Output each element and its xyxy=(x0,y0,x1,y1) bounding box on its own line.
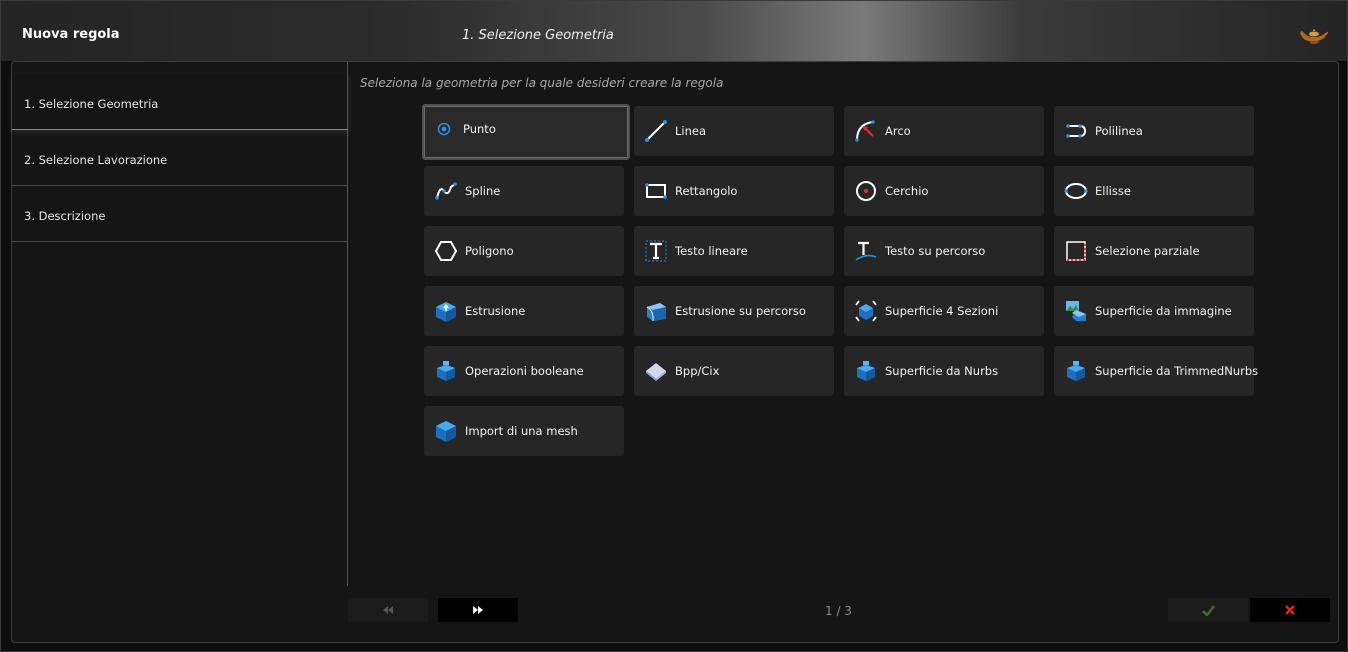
tile-testo-lineare[interactable]: Testo lineare xyxy=(634,226,834,276)
tile-label: Linea xyxy=(675,124,707,138)
steps-sidebar: 1. Selezione Geometria 2. Selezione Lavo… xyxy=(12,62,348,586)
step-label: 3. Descrizione xyxy=(24,209,106,223)
tile-label: Operazioni booleane xyxy=(465,364,584,378)
tile-testo-su-percorso[interactable]: Testo su percorso xyxy=(844,226,1044,276)
next-page-button[interactable] xyxy=(438,598,518,622)
step-label: 2. Selezione Lavorazione xyxy=(24,153,168,167)
tile-label: Superficie da Nurbs xyxy=(885,364,999,378)
title-bar: Nuova regola 1. Selezione Geometria xyxy=(1,1,1347,61)
ellipse-icon xyxy=(1064,183,1088,199)
dialog-window: Nuova regola 1. Selezione Geometria 1. S… xyxy=(0,0,1348,652)
tile-label: Testo su percorso xyxy=(885,244,986,258)
rewind-icon xyxy=(383,606,393,614)
image-surface-icon xyxy=(1066,301,1086,321)
mesh-import-icon xyxy=(436,421,456,442)
sidebar-step-description[interactable]: 3. Descrizione xyxy=(12,186,348,242)
partial-selection-icon xyxy=(1066,241,1086,261)
polyline-icon xyxy=(1066,124,1087,138)
tile-cerchio[interactable]: Cerchio xyxy=(844,166,1044,216)
tile-estrusione[interactable]: Estrusione xyxy=(424,286,624,336)
instruction-text: Seleziona la geometria per la quale desi… xyxy=(360,76,724,90)
tile-selezione-parziale[interactable]: Selezione parziale xyxy=(1054,226,1254,276)
tile-ellisse[interactable]: Ellisse xyxy=(1054,166,1254,216)
four-section-surface-icon xyxy=(855,300,877,322)
tile-label: Estrusione xyxy=(465,304,526,318)
path-extrusion-icon xyxy=(646,303,666,322)
arc-icon xyxy=(855,120,875,142)
spline-icon xyxy=(435,182,457,200)
polygon-icon xyxy=(434,241,458,261)
tile-label: Import di una mesh xyxy=(465,424,578,438)
tile-linea[interactable]: Linea xyxy=(634,106,834,156)
cancel-button[interactable] xyxy=(1250,598,1330,622)
tile-label: Superficie da TrimmedNurbs xyxy=(1095,364,1259,378)
tile-superficie-da-nurbs[interactable]: Superficie da Nurbs xyxy=(844,346,1044,396)
fast-forward-icon xyxy=(473,606,483,614)
tile-superficie-da-immagine[interactable]: Superficie da immagine xyxy=(1054,286,1254,336)
tile-label: Selezione parziale xyxy=(1095,244,1200,258)
extrusion-icon xyxy=(436,302,456,322)
previous-page-button[interactable] xyxy=(348,598,428,622)
dialog-title: Nuova regola xyxy=(22,27,120,42)
nurbs-surface-icon xyxy=(857,361,875,381)
tile-label: Arco xyxy=(885,124,911,138)
point-icon xyxy=(437,122,451,136)
tile-label: Polilinea xyxy=(1095,124,1143,138)
tile-label: Rettangolo xyxy=(675,184,738,198)
tile-spline[interactable]: Spline xyxy=(424,166,624,216)
tile-rettangolo[interactable]: Rettangolo xyxy=(634,166,834,216)
current-step-title: 1. Selezione Geometria xyxy=(462,28,614,43)
x-icon xyxy=(1285,605,1295,615)
bpp-cix-icon xyxy=(646,363,666,381)
boolean-operations-icon xyxy=(437,361,455,381)
tile-poligono[interactable]: Poligono xyxy=(424,226,624,276)
page-indicator: 1 / 3 xyxy=(825,604,852,618)
tile-punto[interactable]: Punto xyxy=(422,104,630,160)
tile-label: Testo lineare xyxy=(675,244,748,258)
sidebar-step-geometry[interactable]: 1. Selezione Geometria xyxy=(12,74,348,130)
line-icon xyxy=(645,120,667,142)
sidebar-step-machining[interactable]: 2. Selezione Lavorazione xyxy=(12,130,348,186)
tile-import-mesh[interactable]: Import di una mesh xyxy=(424,406,624,456)
checkmark-icon xyxy=(1201,604,1215,616)
tile-polilinea[interactable]: Polilinea xyxy=(1054,106,1254,156)
tile-operazioni-booleane[interactable]: Operazioni booleane xyxy=(424,346,624,396)
trimmed-nurbs-surface-icon xyxy=(1067,361,1085,381)
circle-icon xyxy=(856,181,876,201)
tile-label: Punto xyxy=(463,122,496,136)
tile-label: Poligono xyxy=(465,244,514,258)
tile-bpp-cix[interactable]: Bpp/Cix xyxy=(634,346,834,396)
tile-label: Estrusione su percorso xyxy=(675,304,806,318)
tile-estrusione-su-percorso[interactable]: Estrusione su percorso xyxy=(634,286,834,336)
linear-text-icon xyxy=(645,240,667,262)
tile-arco[interactable]: Arco xyxy=(844,106,1044,156)
magic-lamp-icon xyxy=(1300,29,1329,44)
tile-label: Bpp/Cix xyxy=(675,364,720,378)
tile-label: Superficie da immagine xyxy=(1095,304,1232,318)
tile-label: Ellisse xyxy=(1095,184,1131,198)
tile-label: Spline xyxy=(465,184,501,198)
rectangle-icon xyxy=(645,183,667,199)
tile-superficie-da-trimmednurbs[interactable]: Superficie da TrimmedNurbs xyxy=(1054,346,1258,396)
main-panel: 1. Selezione Geometria 2. Selezione Lavo… xyxy=(11,61,1339,643)
confirm-button[interactable] xyxy=(1168,598,1248,622)
path-text-icon xyxy=(855,241,877,261)
step-label: 1. Selezione Geometria xyxy=(24,97,159,111)
tile-label: Superficie 4 Sezioni xyxy=(885,304,999,318)
tile-label: Cerchio xyxy=(885,184,929,198)
tile-superficie-4-sezioni[interactable]: Superficie 4 Sezioni xyxy=(844,286,1044,336)
